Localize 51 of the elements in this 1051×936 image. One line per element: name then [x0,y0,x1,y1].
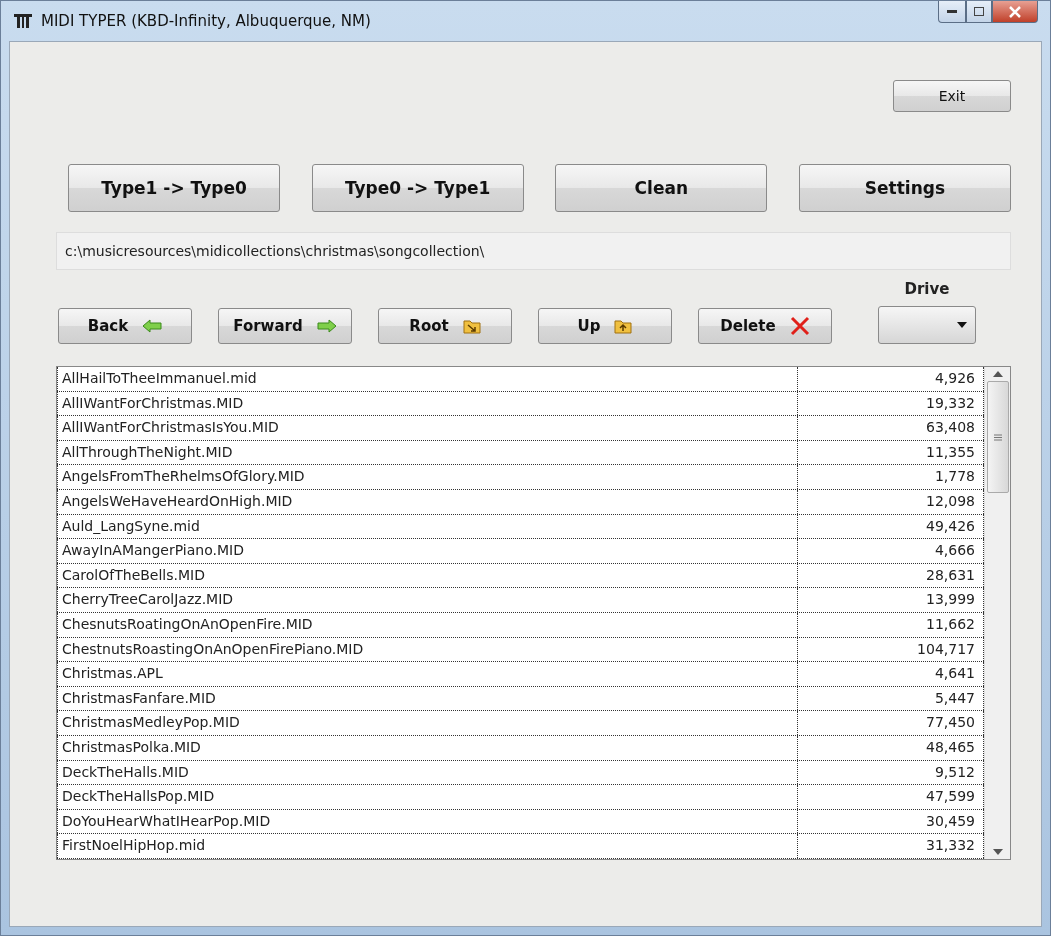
file-name[interactable]: AllThroughTheNight.MID [57,440,798,465]
path-field[interactable]: c:\musicresources\midicollections\christmas\songcollection\ [56,232,1011,270]
maximize-icon [974,7,984,16]
action-button[interactable]: Settings [798,164,1011,212]
left-arrow-icon [142,319,163,333]
minimize-icon [947,9,957,14]
file-name[interactable]: CherryTreeCarolJazz.MID [57,588,798,612]
file-name[interactable]: AllHailToTheeImmanuel.mid [57,367,798,391]
app-icon [13,13,33,29]
file-name[interactable]: AngelsFromTheRhelmsOfGlory.MID [57,465,798,489]
dropdown-arrow-icon [957,322,967,328]
file-name[interactable]: Auld_LangSyne.mid [57,514,798,539]
drive-label: Drive [904,280,950,298]
delete-icon [789,316,810,336]
nav-button[interactable]: Delete [698,308,832,344]
file-name[interactable]: ChestnutsRoastingOnAnOpenFirePiano.MID [57,637,798,662]
action-button[interactable]: Clean [555,164,768,212]
folder-up-icon [614,318,633,334]
action-button[interactable]: Type1 -> Type0 [68,164,280,212]
grip-icon [993,433,1002,441]
close-button[interactable] [992,1,1038,23]
maximize-button[interactable] [966,1,992,23]
file-name[interactable]: DeckTheHallsPop.MID [57,785,798,809]
file-name[interactable]: FirstNoelHipHop.mid [57,834,798,858]
nav-button[interactable]: Back [58,308,192,344]
scroll-up-icon[interactable] [992,371,1003,377]
file-name[interactable]: DoYouHearWhatIHearPop.MID [57,809,798,834]
window-title: MIDI TYPER (KBD-Infinity, Albuquerque, NM) [41,12,372,30]
folder-icon [462,318,481,334]
file-name[interactable]: ChesnutsRoatingOnAnOpenFire.MID [57,612,798,637]
file-name[interactable]: AllIWantForChristmas.MID [57,391,798,416]
scroll-down-icon[interactable] [992,849,1003,855]
drive-dropdown[interactable] [878,306,976,344]
right-arrow-icon [316,319,337,333]
file-name[interactable]: ChristmasFanfare.MID [57,686,798,711]
file-name[interactable]: AllIWantForChristmasIsYou.MID [57,416,798,440]
file-name[interactable]: AngelsWeHaveHeardOnHigh.MID [57,489,798,514]
exit-button[interactable]: Exit [893,80,1011,112]
file-name[interactable]: ChristmasPolka.MID [57,735,798,760]
file-name[interactable]: CarolOfTheBells.MID [57,563,798,588]
nav-button[interactable]: Root [378,308,512,344]
nav-button[interactable]: Up [538,308,672,344]
scrollbar[interactable] [984,367,1010,859]
close-icon [1009,5,1021,18]
action-button[interactable]: Type0 -> Type1 [311,164,524,212]
file-name[interactable]: Christmas.APL [57,662,798,686]
nav-button[interactable]: Forward [218,308,352,344]
file-name[interactable]: AwayInAMangerPiano.MID [57,539,798,563]
minimize-button[interactable] [938,1,966,23]
file-name[interactable]: ChristmasMedleyPop.MID [57,711,798,735]
file-name[interactable]: DeckTheHalls.MID [57,760,798,785]
